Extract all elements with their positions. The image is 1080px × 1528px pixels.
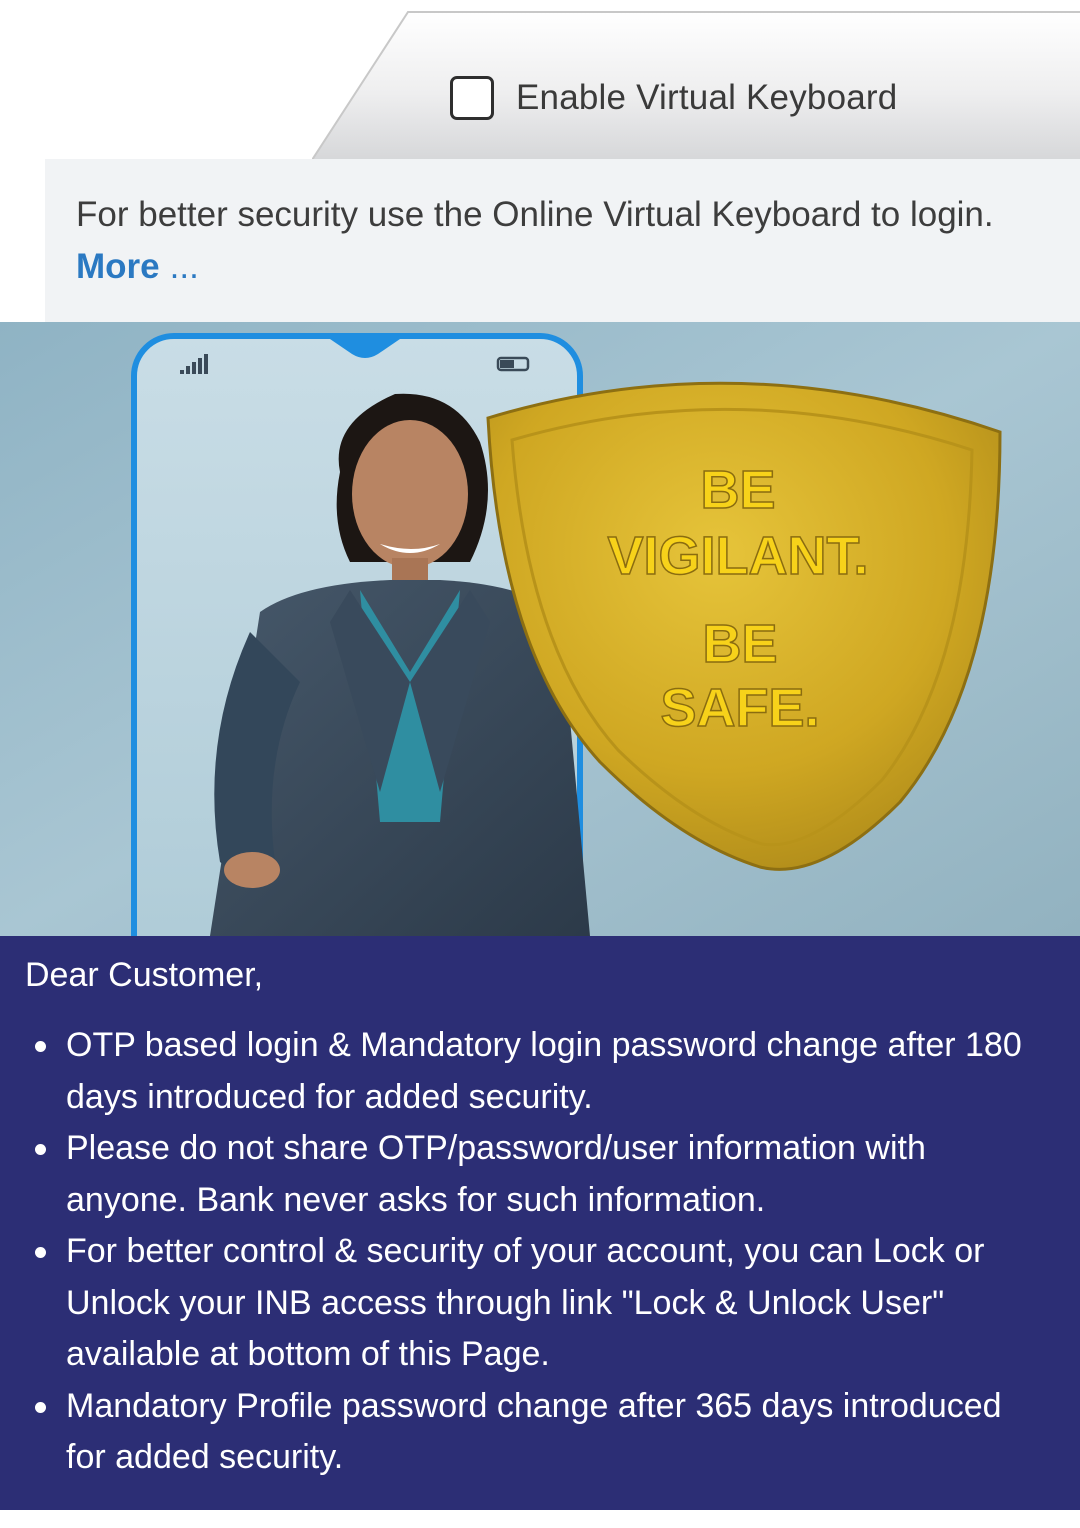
- virtual-keyboard-tab: Enable Virtual Keyboard: [312, 8, 1080, 160]
- notice-item-lock: For better control & security of your ac…: [24, 1226, 1024, 1381]
- more-link[interactable]: More...: [76, 247, 199, 287]
- notice-item-profile: Mandatory Profile password change after …: [24, 1381, 1024, 1484]
- security-note: For better security use the Online Virtu…: [45, 159, 1080, 322]
- shield-line-2: VIGILANT.: [607, 526, 868, 586]
- shield-line-3: BE: [702, 614, 777, 674]
- security-banner: BE VIGILANT. BE SAFE.: [0, 322, 1080, 936]
- virtual-keyboard-toggle[interactable]: Enable Virtual Keyboard: [450, 66, 897, 130]
- notice-item-otp: OTP based login & Mandatory login passwo…: [24, 1020, 1024, 1123]
- security-note-text: For better security use the Online Virtu…: [76, 195, 994, 234]
- virtual-keyboard-label: Enable Virtual Keyboard: [516, 78, 898, 117]
- more-link-label: More: [76, 247, 160, 286]
- banner-image: BE VIGILANT. BE SAFE.: [0, 322, 1080, 936]
- virtual-keyboard-checkbox[interactable]: [450, 76, 494, 120]
- shield-line-4: SAFE.: [660, 678, 819, 738]
- more-link-ellipsis: ...: [169, 247, 199, 286]
- customer-notice: Dear Customer, OTP based login & Mandato…: [0, 936, 1080, 1510]
- notice-list: OTP based login & Mandatory login passwo…: [24, 1020, 1024, 1484]
- notice-item-share: Please do not share OTP/password/user in…: [24, 1123, 1024, 1226]
- shield-line-1: BE: [700, 460, 775, 520]
- notice-greeting: Dear Customer,: [25, 956, 264, 994]
